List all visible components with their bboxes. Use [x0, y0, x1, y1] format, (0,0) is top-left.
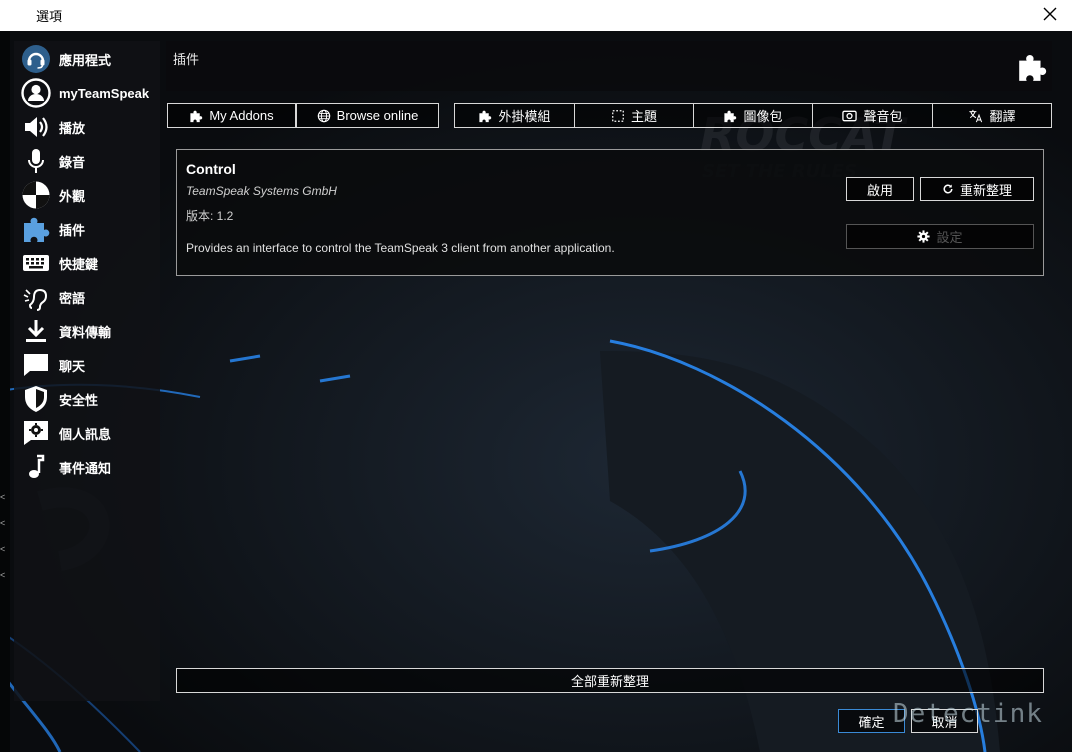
tab-label: 外掛模組: [498, 109, 551, 124]
gear-icon: [917, 230, 931, 243]
sidebar-item-notifications[interactable]: 事件通知: [20, 451, 160, 483]
sidebar-item-playback[interactable]: 播放: [20, 111, 160, 143]
addon-name: Control: [186, 161, 236, 177]
appearance-icon: [20, 179, 52, 211]
keyboard-icon: [20, 247, 52, 279]
tab-label: Browse online: [336, 108, 419, 123]
sidebar: 應用程式 myTeamSpeak 播放 錄音 外觀 插件 快捷鍵 密語 資料傳輸…: [14, 41, 160, 701]
cancel-button-label: 取消: [931, 714, 958, 730]
user-icon: [20, 77, 52, 109]
sidebar-item-applications[interactable]: 應用程式: [20, 43, 160, 75]
puzzle-icon: [1019, 54, 1047, 81]
settings-message-icon: [20, 417, 52, 449]
sidebar-item-label: 密語: [59, 290, 86, 306]
sidebar-item-chat[interactable]: 聊天: [20, 349, 160, 381]
sidebar-item-downloads[interactable]: 資料傳輸: [20, 315, 160, 347]
tab-browse-online[interactable]: Browse online: [296, 103, 439, 128]
puzzle-icon: [479, 110, 492, 122]
sound-pack-icon: [842, 110, 858, 121]
sidebar-item-label: 快捷鍵: [59, 256, 99, 272]
download-icon: [20, 315, 52, 347]
sidebar-item-myteamspeak[interactable]: myTeamSpeak: [20, 77, 160, 109]
puzzle-icon: [190, 110, 203, 122]
sidebar-item-label: 聊天: [59, 358, 86, 374]
left-edge-strip: [0, 31, 10, 752]
sidebar-item-hotkeys[interactable]: 快捷鍵: [20, 247, 160, 279]
sidebar-item-label: 插件: [59, 222, 86, 238]
sidebar-item-appearance[interactable]: 外觀: [20, 179, 160, 211]
settings-button-label: 設定: [936, 230, 963, 245]
microphone-icon: [20, 145, 52, 177]
sidebar-item-addons[interactable]: 插件: [20, 213, 160, 245]
tab-plugins[interactable]: 外掛模組: [454, 103, 575, 128]
addon-version: 版本: 1.2: [186, 209, 234, 223]
panel-header: 插件: [166, 41, 1052, 91]
addon-author: TeamSpeak Systems GmbH: [186, 184, 337, 198]
sidebar-item-label: myTeamSpeak: [59, 85, 150, 101]
reload-all-label: 全部重新整理: [570, 674, 649, 689]
tab-sound-packs[interactable]: 聲音包: [812, 103, 933, 128]
tab-label: 聲音包: [863, 109, 903, 124]
puzzle-icon: [20, 213, 52, 245]
theme-icon: [612, 109, 624, 122]
tab-icon-packs[interactable]: 圖像包: [693, 103, 813, 128]
addons-panel: 插件 My Addons Browse online 外掛模組 主題 圖像包 聲…: [166, 41, 1052, 721]
edge-marks: < < < <: [0, 492, 6, 580]
sidebar-item-recording[interactable]: 錄音: [20, 145, 160, 177]
sidebar-item-profile[interactable]: 個人訊息: [20, 417, 160, 449]
settings-button[interactable]: 設定: [846, 224, 1034, 249]
enable-button[interactable]: 啟用: [846, 177, 914, 201]
sidebar-item-label: 播放: [59, 120, 86, 136]
tab-label: 主題: [630, 109, 657, 124]
sidebar-item-label: 錄音: [59, 154, 86, 170]
tab-translations[interactable]: 翻譯: [932, 103, 1052, 128]
enable-button-label: 啟用: [866, 182, 893, 198]
sidebar-item-label: 應用程式: [59, 52, 112, 68]
music-note-icon: [20, 451, 52, 483]
reload-icon: [943, 184, 953, 194]
ok-button-label: 確定: [858, 714, 885, 730]
sidebar-item-whisper[interactable]: 密語: [20, 281, 160, 313]
sidebar-item-label: 資料傳輸: [59, 324, 112, 340]
sidebar-item-label: 安全性: [59, 392, 99, 408]
window-title: 選項: [36, 9, 63, 24]
ok-button[interactable]: 確定: [838, 709, 905, 733]
sidebar-item-label: 外觀: [59, 188, 86, 204]
tab-label: 圖像包: [743, 109, 783, 124]
reload-button-label: 重新整理: [959, 182, 1012, 198]
cancel-button[interactable]: 取消: [911, 709, 978, 733]
title-bar: 選項: [0, 0, 1072, 31]
headset-icon: [20, 43, 52, 75]
sidebar-item-security[interactable]: 安全性: [20, 383, 160, 415]
shield-icon: [20, 383, 52, 415]
puzzle-icon: [724, 110, 737, 122]
tab-themes[interactable]: 主題: [574, 103, 694, 128]
globe-icon: [317, 109, 330, 122]
close-icon[interactable]: [1042, 6, 1058, 22]
options-content: ROCCAT SET THE RULES < < < < 應用程式 myTeam…: [0, 31, 1072, 752]
tab-label: My Addons: [209, 108, 274, 123]
addon-description: Provides an interface to control the Tea…: [186, 241, 615, 255]
tab-label: 翻譯: [989, 109, 1016, 124]
sidebar-item-label: 個人訊息: [59, 426, 112, 442]
sidebar-item-label: 事件通知: [59, 460, 112, 476]
addon-card: Control TeamSpeak Systems GmbH 版本: 1.2 P…: [176, 149, 1044, 276]
ear-icon: [20, 281, 52, 313]
tab-my-addons[interactable]: My Addons: [167, 103, 296, 128]
page-title: 插件: [173, 52, 200, 67]
reload-all-button[interactable]: 全部重新整理: [176, 668, 1044, 693]
translate-icon: [969, 109, 983, 122]
speaker-icon: [20, 111, 52, 143]
reload-button[interactable]: 重新整理: [920, 177, 1034, 201]
chat-icon: [20, 349, 52, 381]
